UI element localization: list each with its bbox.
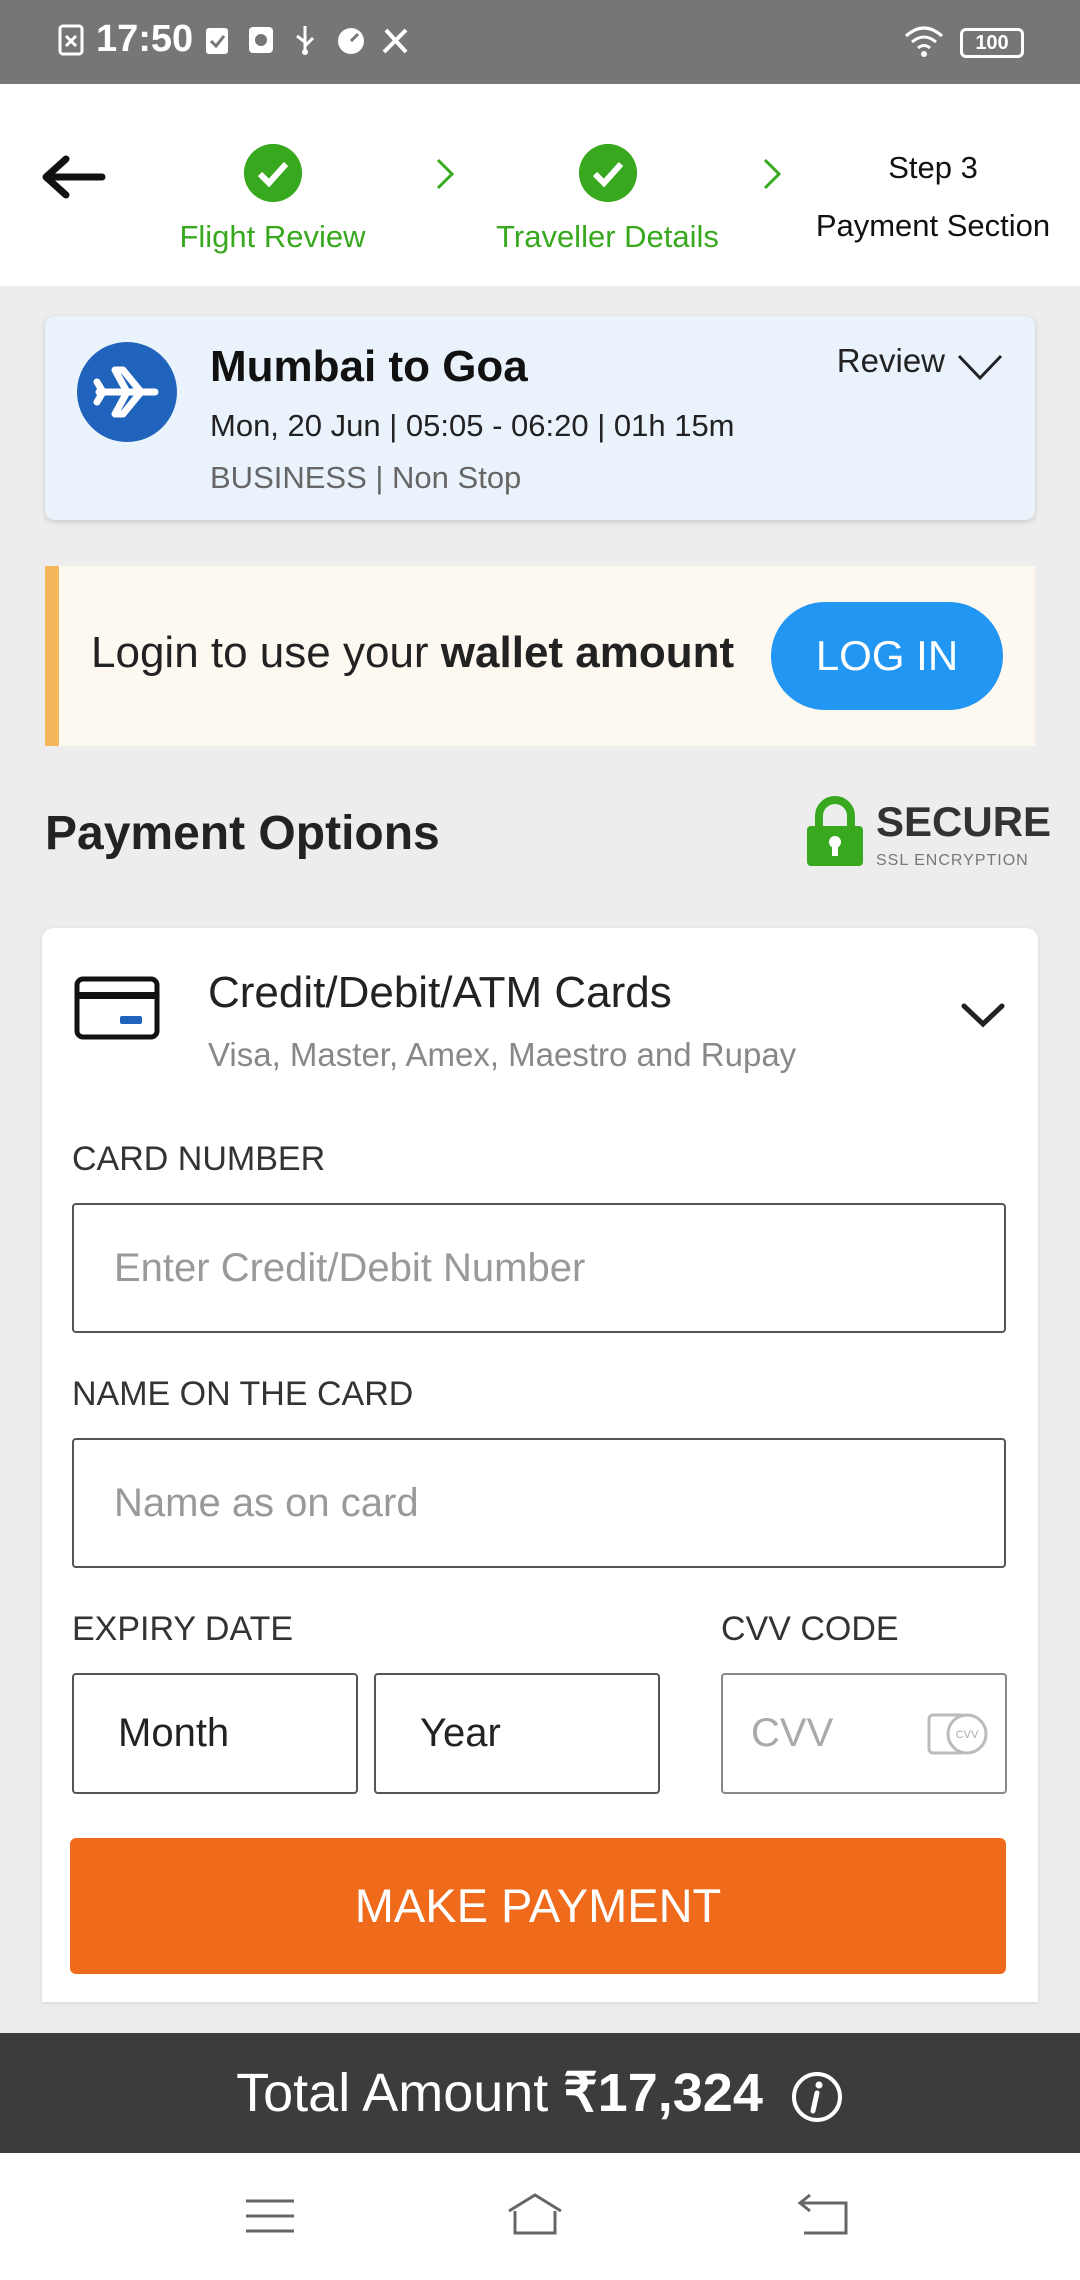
card-number-label: CARD NUMBER — [72, 1140, 326, 1178]
check-icon — [243, 144, 302, 202]
flight-route: Mumbai to Goa — [210, 342, 528, 391]
credit-card-icon — [74, 976, 160, 1040]
step-payment-section: Step 3 Payment Section — [800, 144, 1066, 244]
wallet-amount-label: wallet amount — [440, 628, 735, 677]
expiry-month-select[interactable]: Month — [72, 1673, 358, 1794]
status-bar: 17:50 100 — [0, 0, 1080, 84]
chevron-right-icon — [763, 158, 782, 190]
menu-icon[interactable] — [240, 2189, 300, 2243]
payment-options-title: Payment Options — [45, 807, 440, 860]
name-on-card-input[interactable] — [72, 1438, 1006, 1568]
cvv-code-label: CVV CODE — [721, 1610, 899, 1648]
cvv-card-icon: CVV — [927, 1713, 988, 1755]
lock-icon — [807, 796, 863, 866]
wallet-login-prefix: Login to use your — [91, 628, 441, 677]
total-amount-label: Total Amount — [236, 2063, 564, 2123]
step-flight-review[interactable]: Flight Review — [160, 144, 385, 255]
plane-icon — [77, 342, 177, 442]
cvv-placeholder: CVV — [751, 1711, 834, 1755]
back-arrow-icon[interactable] — [40, 154, 106, 200]
cvv-input[interactable]: CVV CVV — [721, 1673, 1007, 1794]
battery-indicator: 100 — [960, 28, 1024, 58]
step-number: Step 3 — [888, 150, 978, 185]
tools-icon — [382, 28, 408, 54]
expiry-year-select[interactable]: Year — [374, 1673, 660, 1794]
step-label: Traveller Details — [496, 219, 719, 254]
usb-debug-icon — [249, 27, 273, 53]
review-toggle[interactable]: Review — [837, 342, 945, 380]
wallet-login-banner: Login to use your wallet amount LOG IN — [45, 566, 1035, 746]
usb-icon — [296, 26, 315, 55]
card-section-title[interactable]: Credit/Debit/ATM Cards — [208, 968, 672, 1018]
wallet-login-text: Login to use your wallet amount — [91, 628, 734, 678]
cvv-icon-text: CVV — [956, 1729, 979, 1741]
info-icon[interactable] — [790, 2070, 844, 2124]
chevron-down-icon[interactable] — [960, 1000, 1006, 1030]
ssl-encryption-label: SSL ENCRYPTION — [876, 852, 1029, 869]
total-amount: Total Amount ₹17,324 — [0, 2061, 1080, 2124]
secure-label: SECURE — [876, 798, 1052, 845]
chevron-right-icon — [436, 158, 455, 190]
flight-details: Mon, 20 Jun | 05:05 - 06:20 | 01h 15m — [210, 408, 735, 443]
header-stepper: Flight Review Traveller Details Step 3 P… — [0, 84, 1080, 286]
step-label: Flight Review — [179, 219, 366, 254]
step-traveller-details[interactable]: Traveller Details — [480, 144, 735, 255]
card-payment-panel: Credit/Debit/ATM Cards Visa, Master, Ame… — [42, 928, 1038, 2002]
system-navigation-bar — [0, 2153, 1080, 2280]
flight-summary-card: Mumbai to Goa Mon, 20 Jun | 05:05 - 06:2… — [45, 316, 1035, 520]
screenshot-icon — [58, 24, 84, 56]
total-amount-value: ₹17,324 — [563, 2063, 763, 2123]
login-button[interactable]: LOG IN — [771, 602, 1003, 710]
card-number-input[interactable] — [72, 1203, 1006, 1333]
name-on-card-label: NAME ON THE CARD — [72, 1375, 414, 1413]
clipboard-check-icon — [206, 28, 228, 54]
home-icon[interactable] — [505, 2189, 565, 2243]
status-time: 17:50 — [96, 18, 194, 60]
step-label: Payment Section — [815, 208, 1051, 243]
speed-icon — [338, 28, 364, 54]
chevron-down-icon[interactable] — [955, 348, 1005, 384]
wifi-icon — [905, 26, 943, 57]
card-section-subtitle: Visa, Master, Amex, Maestro and Rupay — [208, 1036, 797, 1073]
total-amount-bar: Total Amount ₹17,324 — [0, 2033, 1080, 2153]
back-icon[interactable] — [794, 2189, 854, 2243]
check-icon — [578, 144, 637, 202]
make-payment-button[interactable]: MAKE PAYMENT — [70, 1838, 1006, 1974]
flight-class: BUSINESS | Non Stop — [210, 460, 522, 495]
expiry-date-label: EXPIRY DATE — [72, 1610, 294, 1648]
